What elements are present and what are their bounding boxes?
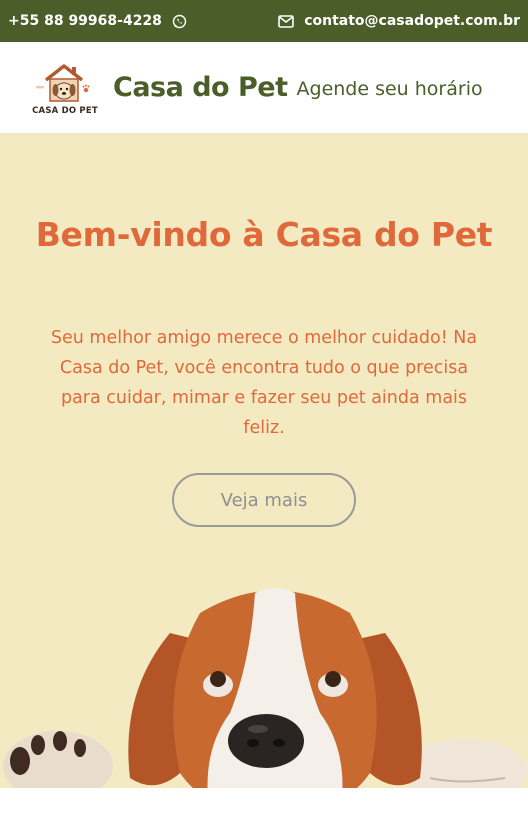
whatsapp-icon[interactable] xyxy=(172,14,187,29)
envelope-icon[interactable] xyxy=(278,14,295,28)
beagle-dog-image xyxy=(3,588,527,816)
schedule-link[interactable]: Agende seu horário xyxy=(297,78,483,100)
logo[interactable]: CASA DO PET xyxy=(28,60,102,116)
hero-title: Bem-vindo à Casa do Pet xyxy=(35,215,493,254)
hero-description: Seu melhor amigo merece o melhor cuidado… xyxy=(50,328,478,438)
hero-section: Bem-vindo à Casa do Pet Seu melhor amigo… xyxy=(0,133,528,816)
phone-number[interactable]: +55 88 99968-4228 xyxy=(8,13,162,29)
email-address[interactable]: contato@casadopet.com.br xyxy=(304,13,520,29)
logo-house-dog-icon xyxy=(36,63,90,102)
logo-text: CASA DO PET xyxy=(32,105,98,116)
brand-name[interactable]: Casa do Pet xyxy=(113,72,288,103)
phone-contact[interactable]: +55 88 99968-4228 xyxy=(8,13,187,29)
bottom-edge xyxy=(0,788,528,816)
site-header: CASA DO PET Casa do Pet Agende seu horár… xyxy=(0,42,528,133)
see-more-button[interactable]: Veja mais xyxy=(172,473,356,527)
email-contact[interactable]: contato@casadopet.com.br xyxy=(278,13,520,29)
top-contact-bar: +55 88 99968-4228 contato@casadopet.com.… xyxy=(0,0,528,42)
